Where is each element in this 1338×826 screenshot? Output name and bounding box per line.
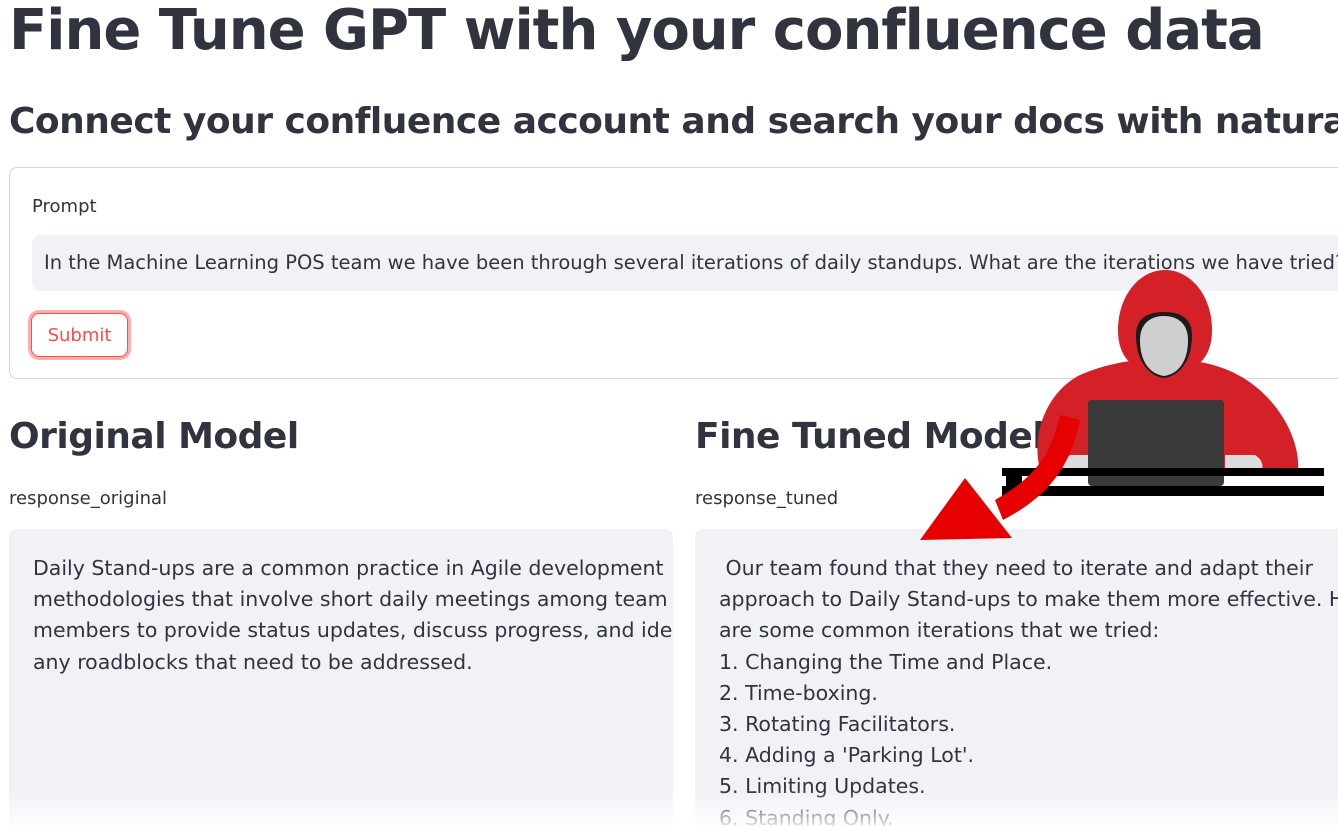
- response-original-label: response_original: [9, 488, 168, 509]
- response-tuned-label: response_tuned: [695, 488, 839, 509]
- response-original-line: members to provide status updates, discu…: [33, 618, 673, 643]
- response-tuned-line: 4. Adding a 'Parking Lot'.: [719, 743, 975, 768]
- response-tuned-line: 3. Rotating Facilitators.: [719, 712, 956, 737]
- response-tuned-line: Our team found that they need to iterate…: [719, 556, 1313, 580]
- response-tuned-line: 1. Changing the Time and Place.: [719, 649, 1053, 674]
- response-original-line: any roadblocks that need to be addressed…: [33, 649, 473, 674]
- response-original-line: Daily Stand-ups are a common practice in…: [33, 556, 664, 580]
- response-tuned-line: 5. Limiting Updates.: [719, 774, 926, 799]
- response-tuned-line: 6. Standing Only.: [719, 805, 894, 826]
- response-original-box: Daily Stand-ups are a common practice in…: [9, 529, 673, 826]
- fine-tuned-model-heading: Fine Tuned Model: [695, 416, 1045, 457]
- original-model-heading: Original Model: [9, 416, 299, 457]
- page-title: Fine Tune GPT with your confluence data: [9, 0, 1265, 63]
- response-tuned-box: Our team found that they need to iterate…: [695, 529, 1338, 826]
- prompt-input[interactable]: In the Machine Learning POS team we have…: [32, 235, 1338, 291]
- response-tuned-line: approach to Daily Stand-ups to make them…: [719, 587, 1338, 612]
- prompt-label: Prompt: [32, 196, 97, 217]
- page-subtitle: Connect your confluence account and sear…: [9, 101, 1338, 142]
- response-tuned-line: are some common iterations that we tried…: [719, 618, 1160, 643]
- app-page: Fine Tune GPT with your confluence data …: [0, 0, 1338, 826]
- prompt-form: Prompt In the Machine Learning POS team …: [9, 167, 1338, 379]
- submit-button[interactable]: Submit: [31, 313, 128, 357]
- response-original-line: methodologies that involve short daily m…: [33, 587, 668, 612]
- response-tuned-line: 2. Time-boxing.: [719, 680, 878, 705]
